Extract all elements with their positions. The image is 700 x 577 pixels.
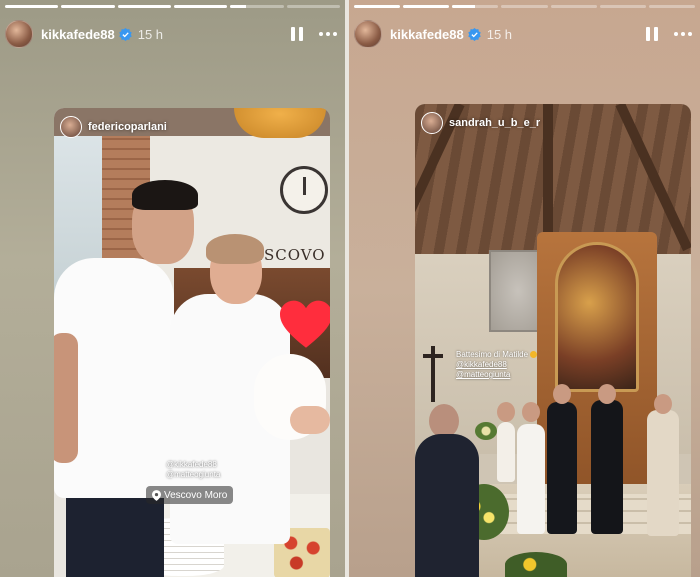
post-time: 15 h (486, 26, 513, 42)
avatar (421, 112, 443, 134)
tagged-username: federicoparlani (88, 121, 167, 133)
verified-icon (118, 27, 132, 41)
tagged-username: sandrah_u_b_e_r (449, 117, 541, 129)
man (591, 400, 623, 534)
mention[interactable]: @kikkafede88 (456, 360, 537, 370)
story-photo: ESCOVO M (54, 108, 330, 577)
wall-clock (280, 166, 328, 214)
progress-segment (5, 5, 59, 8)
story-header: kikkafede88 15 h (354, 18, 692, 50)
mention[interactable]: @matteogiunta (166, 470, 220, 480)
progress-segment (286, 5, 340, 8)
location-label: Vescovo Moro (164, 489, 228, 501)
username[interactable]: kikkafede88 (41, 27, 115, 42)
mention[interactable]: @matteogiunta (456, 370, 537, 380)
story-progress-bar (354, 5, 695, 8)
mention-stack[interactable]: @kikkafede88 @matteogiunta (166, 460, 220, 480)
story-header: kikkafede88 15 h (5, 18, 337, 50)
avatar[interactable] (5, 20, 33, 48)
cross (423, 346, 443, 402)
heart-sticker-icon (280, 300, 330, 348)
altarpiece-painting (555, 242, 639, 392)
story-user-tag[interactable]: federicoparlani (60, 116, 167, 138)
more-icon[interactable] (674, 32, 692, 36)
mention[interactable]: @kikkafede88 (166, 460, 220, 470)
photographer (415, 434, 479, 577)
story-user-tag[interactable]: sandrah_u_b_e_r (421, 112, 540, 134)
story-caption[interactable]: Battesimo di Matilde @kikkafede88 @matte… (456, 350, 538, 380)
username[interactable]: kikkafede88 (390, 27, 464, 42)
verified-icon (467, 27, 481, 41)
more-icon[interactable] (319, 32, 337, 36)
avatar[interactable] (354, 20, 382, 48)
location-pin-icon (152, 489, 161, 501)
story-photo (415, 104, 691, 577)
caption-title: Battesimo di Matilde (456, 350, 529, 359)
story-progress-bar (5, 5, 340, 8)
pause-icon[interactable] (289, 26, 305, 42)
woman (517, 424, 545, 534)
priest (497, 422, 515, 482)
progress-segment (117, 5, 171, 8)
progress-segment (599, 5, 646, 8)
progress-segment (403, 5, 450, 8)
avatar (60, 116, 82, 138)
progress-segment (452, 5, 499, 8)
post-time: 15 h (137, 26, 164, 42)
progress-segment (550, 5, 597, 8)
progress-segment (230, 5, 284, 8)
progress-segment (173, 5, 228, 8)
emoji-icon (530, 351, 538, 358)
pause-icon[interactable] (644, 26, 660, 42)
progress-segment (61, 5, 115, 8)
progress-segment (648, 5, 695, 8)
story-left[interactable]: kikkafede88 15 h ESCOVO M (0, 0, 345, 577)
man (547, 402, 577, 534)
man (647, 410, 679, 536)
progress-segment (501, 5, 548, 8)
progress-segment (354, 5, 401, 8)
location-sticker[interactable]: Vescovo Moro (146, 486, 234, 504)
